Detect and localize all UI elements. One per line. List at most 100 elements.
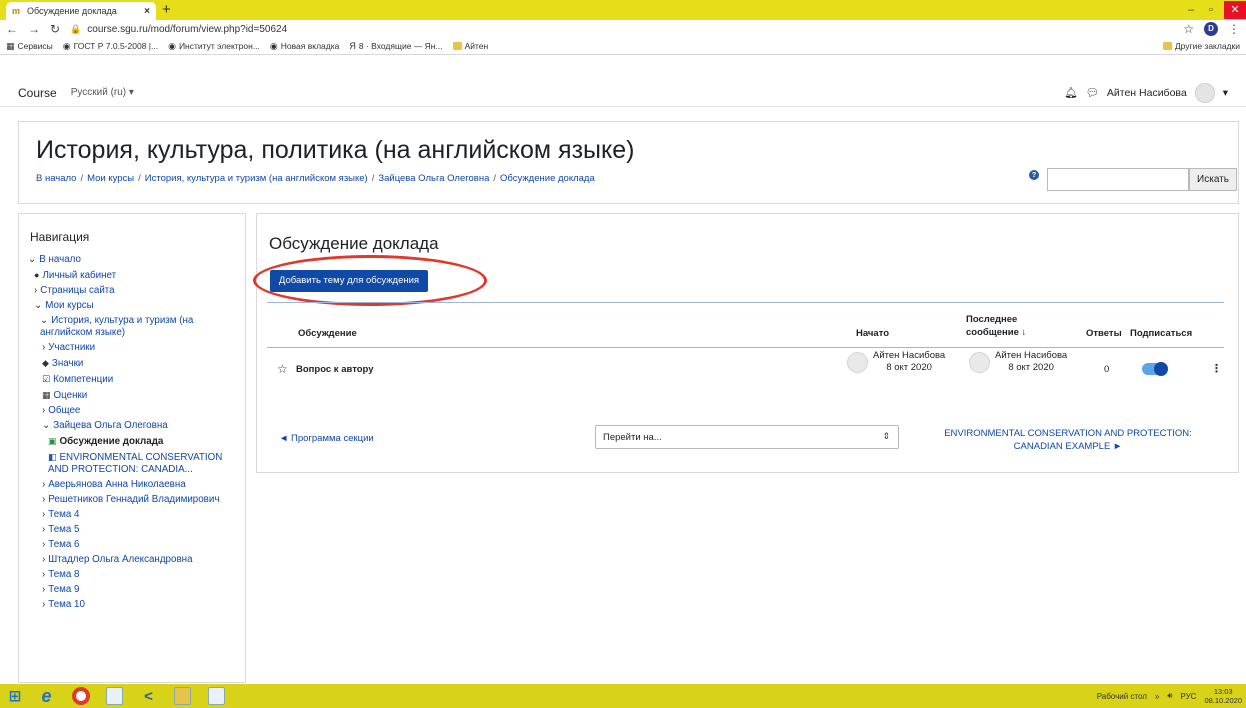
forum-icon: ▣ — [48, 436, 57, 446]
desktop-label[interactable]: Рабочий стол — [1097, 692, 1147, 701]
app-icon[interactable]: < — [135, 686, 162, 706]
forward-icon[interactable]: → — [28, 22, 40, 36]
competency-icon: ☑ — [42, 374, 51, 384]
url-field[interactable]: 🔒 course.sgu.ru/mod/forum/view.php?id=50… — [70, 24, 1173, 35]
breadcrumb-section[interactable]: Зайцева Ольга Олеговна — [378, 173, 489, 184]
window-close-icon[interactable]: ✕ — [1224, 1, 1246, 19]
discussion-subject-link[interactable]: Вопрос к автору — [296, 364, 374, 375]
browser-tab[interactable]: m Обсуждение доклада × — [6, 2, 156, 20]
minimize-icon[interactable]: – — [1184, 4, 1198, 16]
browser-titlebar: m Обсуждение доклада × + – ▫ ✕ — [0, 0, 1246, 20]
col-replies[interactable]: Ответы — [1086, 328, 1122, 339]
bookmark-apps[interactable]: ▦ Сервисы — [6, 41, 53, 52]
tab-title: Обсуждение доклада — [27, 6, 117, 16]
bookmarks-bar: ▦ Сервисы ◉ ГОСТ Р 7.0.5-2008 |... ◉ Инстит… — [0, 38, 1246, 55]
search-button[interactable]: Искать — [1189, 168, 1237, 191]
chrome-icon[interactable] — [67, 686, 94, 706]
more-actions-icon[interactable]: ⋮ — [1211, 362, 1222, 375]
new-tab-button[interactable]: + — [162, 2, 171, 18]
resource-icon: ◧ — [48, 452, 57, 462]
browser-menu-icon[interactable]: ⋮ — [1228, 22, 1240, 36]
breadcrumb-my-courses[interactable]: Мои курсы — [87, 173, 134, 184]
jump-to-value: Перейти на... — [603, 432, 662, 443]
nav-item-course[interactable]: ⌄ История, культура и туризм (на английск… — [28, 314, 243, 341]
avatar[interactable] — [847, 352, 868, 373]
nav-item-topic-5[interactable]: › Тема 5 — [28, 523, 243, 538]
back-icon[interactable]: ← — [6, 22, 18, 36]
app-icon[interactable] — [101, 686, 128, 706]
internet-explorer-icon[interactable]: e — [33, 686, 60, 706]
notifications-bell-icon[interactable]: 🔔︎ — [1064, 86, 1077, 99]
bookmark-institute[interactable]: ◉ Институт электрон... — [168, 41, 260, 52]
nav-item-badges[interactable]: ◆ Значки — [28, 356, 243, 372]
bookmark-aiten-folder[interactable]: Айтен — [452, 41, 488, 51]
last-post-date[interactable]: 8 окт 2020 — [995, 362, 1067, 374]
col-started[interactable]: Начато — [856, 328, 889, 339]
nav-item-topic-10[interactable]: › Тема 10 — [28, 598, 243, 613]
nav-item-shtadler[interactable]: › Штадлер Ольга Александровна — [28, 553, 243, 568]
nav-item-averyanova[interactable]: › Аверьянова Анна Николаевна — [28, 478, 243, 493]
search-input[interactable] — [1047, 168, 1189, 191]
site-brand[interactable]: Course — [18, 86, 57, 100]
nav-item-home[interactable]: ⌄ В начало — [28, 253, 243, 268]
nav-item-competencies[interactable]: ☑ Компетенции — [28, 372, 243, 388]
reload-icon[interactable]: ↻ — [50, 22, 60, 36]
nav-item-topic-4[interactable]: › Тема 4 — [28, 508, 243, 523]
tab-close-icon[interactable]: × — [144, 6, 150, 17]
nav-item-topic-8[interactable]: › Тема 8 — [28, 568, 243, 583]
subscribe-toggle[interactable] — [1142, 362, 1168, 376]
favourite-star-icon[interactable]: ☆ — [277, 362, 288, 376]
last-post-cell: Айтен Насибова 8 окт 2020 — [969, 350, 1067, 374]
breadcrumb-home[interactable]: В начало — [36, 173, 76, 184]
profile-icon[interactable]: D — [1204, 22, 1218, 36]
globe-icon: ◉ — [168, 40, 176, 51]
bookmark-gost[interactable]: ◉ ГОСТ Р 7.0.5-2008 |... — [63, 41, 158, 52]
url-text[interactable]: course.sgu.ru/mod/forum/view.php?id=5062… — [87, 24, 287, 35]
bookmark-yandex-mail[interactable]: Я8 · Входящие — Ян... — [349, 41, 442, 51]
explorer-folder-icon[interactable] — [169, 686, 196, 706]
start-button[interactable]: ⊞ — [4, 686, 26, 706]
help-icon[interactable]: ? — [1029, 170, 1039, 180]
keyboard-language[interactable]: РУС — [1180, 692, 1196, 701]
messages-icon[interactable]: 💬︎ — [1086, 86, 1099, 99]
nav-item-reshetnikov[interactable]: › Решетников Геннадий Владимирович — [28, 493, 243, 508]
app-icon[interactable] — [203, 686, 230, 706]
jump-to-select[interactable]: Перейти на... ⇕ — [595, 425, 899, 449]
maximize-icon[interactable]: ▫ — [1204, 4, 1218, 16]
nav-item-topic-9[interactable]: › Тема 9 — [28, 583, 243, 598]
last-post-name[interactable]: Айтен Насибова — [995, 350, 1067, 362]
bookmark-other[interactable]: Другие закладки — [1162, 41, 1240, 51]
language-menu[interactable]: Русский (ru) ▾ — [71, 87, 134, 98]
nav-item-site-pages[interactable]: › Страницы сайта — [28, 284, 243, 299]
avatar[interactable] — [969, 352, 990, 373]
volume-icon[interactable]: 🔊︎ — [1167, 691, 1172, 701]
nav-item-general[interactable]: › Общее — [28, 404, 243, 419]
nav-item-grades[interactable]: ▦ Оценки — [28, 388, 243, 404]
bookmark-star-icon[interactable]: ☆ — [1183, 22, 1194, 36]
table-row: ☆ Вопрос к автору Айтен Насибова 8 окт 2… — [267, 348, 1224, 388]
user-name[interactable]: Айтен Насибова — [1107, 87, 1187, 99]
chevron-down-icon: ⌄ — [34, 300, 43, 311]
avatar[interactable] — [1194, 82, 1215, 103]
col-last-post[interactable]: Последнее сообщение ↓ — [966, 313, 1026, 339]
col-discussion[interactable]: Обсуждение — [298, 328, 357, 339]
nav-item-my-courses[interactable]: ⌄ Мои курсы — [28, 299, 243, 314]
next-activity-link[interactable]: ENVIRONMENTAL CONSERVATION AND PROTECTIO… — [912, 427, 1224, 453]
replies-count[interactable]: 0 — [1104, 364, 1109, 375]
nav-item-forum-current[interactable]: ▣ Обсуждение доклада — [28, 434, 243, 450]
tray-expand-icon[interactable]: » — [1155, 692, 1159, 701]
breadcrumb-course[interactable]: История, культура и туризм (на английско… — [145, 173, 368, 184]
nav-item-zaitseva[interactable]: ⌄ Зайцева Ольга Олеговна — [28, 419, 243, 434]
nav-item-topic-6[interactable]: › Тема 6 — [28, 538, 243, 553]
started-by-name[interactable]: Айтен Насибова — [873, 350, 945, 362]
bookmark-new-tab[interactable]: ◉ Новая вкладка — [270, 41, 339, 52]
clock[interactable]: 13:03 08.10.2020 — [1204, 687, 1242, 705]
nav-item-environmental-resource[interactable]: ◧ ENVIRONMENTAL CONSERVATION AND PROTECTI… — [28, 450, 243, 478]
add-discussion-button[interactable]: Добавить тему для обсуждения — [270, 270, 428, 292]
nav-item-participants[interactable]: › Участники — [28, 341, 243, 356]
nav-item-dashboard[interactable]: ● Личный кабинет — [28, 268, 243, 284]
prev-section-link[interactable]: ◄ Программа секции — [279, 433, 374, 444]
user-menu-caret-icon[interactable]: ▾ — [1223, 87, 1228, 99]
breadcrumb-forum[interactable]: Обсуждение доклада — [500, 173, 595, 184]
col-subscribe[interactable]: Подписаться — [1130, 328, 1192, 339]
